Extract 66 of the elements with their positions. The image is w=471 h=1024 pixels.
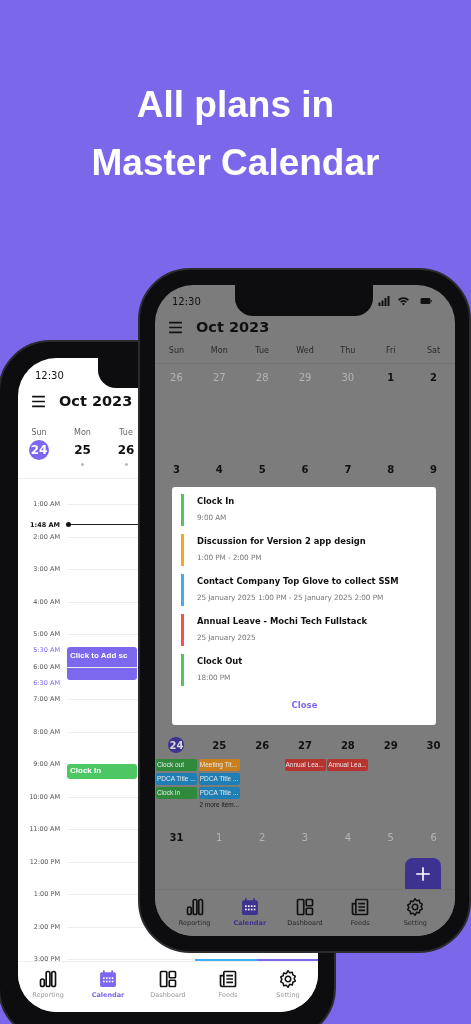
date-number[interactable]: 27 bbox=[297, 737, 313, 753]
dashboard-icon bbox=[294, 897, 315, 917]
day-selector[interactable]: Tue 26 bbox=[115, 428, 137, 472]
date-number[interactable]: 30 bbox=[339, 369, 356, 385]
date-number[interactable]: 26 bbox=[254, 737, 271, 753]
date-number[interactable]: 9 bbox=[425, 461, 442, 477]
date-number[interactable]: 2 bbox=[254, 829, 271, 845]
status-time: 12:30 bbox=[35, 369, 64, 381]
event-block[interactable]: Clock In bbox=[67, 764, 137, 779]
calendar-icon bbox=[98, 969, 118, 989]
date-number[interactable]: 26 bbox=[168, 369, 185, 385]
date-number: 26 bbox=[116, 442, 136, 459]
date-number[interactable]: 3 bbox=[168, 461, 185, 477]
dashboard-icon bbox=[158, 969, 178, 989]
weekday-label: Sat bbox=[426, 345, 442, 355]
date-number[interactable]: 1 bbox=[382, 369, 399, 385]
weekday-label: Mon bbox=[209, 345, 229, 355]
document-icon bbox=[350, 897, 371, 917]
calendar-icon bbox=[239, 897, 260, 917]
headline: All plans in bbox=[136, 83, 335, 127]
date-number: 25 bbox=[73, 442, 92, 459]
date-number[interactable]: 6 bbox=[297, 461, 313, 477]
date-number[interactable]: 1 bbox=[211, 829, 228, 845]
date-number[interactable]: 30 bbox=[425, 737, 442, 753]
weekday-label: Tue bbox=[254, 345, 270, 355]
bar-chart-icon bbox=[38, 969, 58, 989]
date-number[interactable]: 2 bbox=[425, 369, 442, 385]
event-title: Clock Out bbox=[197, 656, 243, 666]
date-number[interactable]: 25 bbox=[211, 737, 228, 753]
settings-icon bbox=[278, 969, 298, 989]
month-title: Oct 2023 bbox=[59, 393, 133, 409]
weekday-label: Thu bbox=[339, 345, 357, 355]
date-number: 24 bbox=[29, 440, 49, 460]
status-time: 12:30 bbox=[172, 295, 201, 307]
day-selector[interactable]: Mon 25 bbox=[71, 428, 94, 472]
date-number[interactable]: 24 bbox=[168, 737, 185, 753]
settings-icon bbox=[405, 897, 426, 917]
month-title: Oct 2023 bbox=[196, 319, 270, 335]
date-number[interactable]: 29 bbox=[382, 737, 399, 753]
event-title: Clock In bbox=[197, 496, 235, 506]
plus-icon bbox=[414, 864, 432, 883]
headline: Master Calendar bbox=[91, 141, 380, 185]
date-number[interactable]: 8 bbox=[382, 461, 399, 477]
wifi-icon bbox=[396, 295, 411, 307]
date-number[interactable]: 28 bbox=[339, 737, 356, 753]
weekday-label: Fri bbox=[384, 345, 397, 355]
date-number[interactable]: 27 bbox=[211, 369, 228, 385]
date-number[interactable]: 6 bbox=[425, 829, 442, 845]
add-button[interactable] bbox=[405, 858, 441, 889]
date-number[interactable]: 5 bbox=[254, 461, 271, 477]
date-number[interactable]: 7 bbox=[339, 461, 356, 477]
day-selector[interactable]: Sun 24 bbox=[28, 428, 50, 472]
date-number[interactable]: 31 bbox=[168, 829, 185, 845]
event-title: Contact Company Top Glove to collect SSM bbox=[197, 576, 399, 586]
date-number[interactable]: 3 bbox=[297, 829, 313, 845]
weekday-label: Wed bbox=[295, 345, 315, 355]
date-number[interactable]: 29 bbox=[297, 369, 313, 385]
bar-chart-icon bbox=[184, 897, 205, 917]
signal-icon bbox=[376, 295, 392, 307]
document-icon bbox=[218, 969, 238, 989]
event-title: Discussion for Version 2 app design bbox=[197, 536, 366, 546]
date-number[interactable]: 4 bbox=[211, 461, 228, 477]
add-schedule-block[interactable]: Click to Add sc bbox=[67, 647, 137, 681]
close-button[interactable]: Close bbox=[287, 698, 322, 712]
weekday-label: Sun bbox=[167, 345, 186, 355]
event-title: Annual Leave - Mochi Tech Fullstack bbox=[197, 616, 368, 626]
